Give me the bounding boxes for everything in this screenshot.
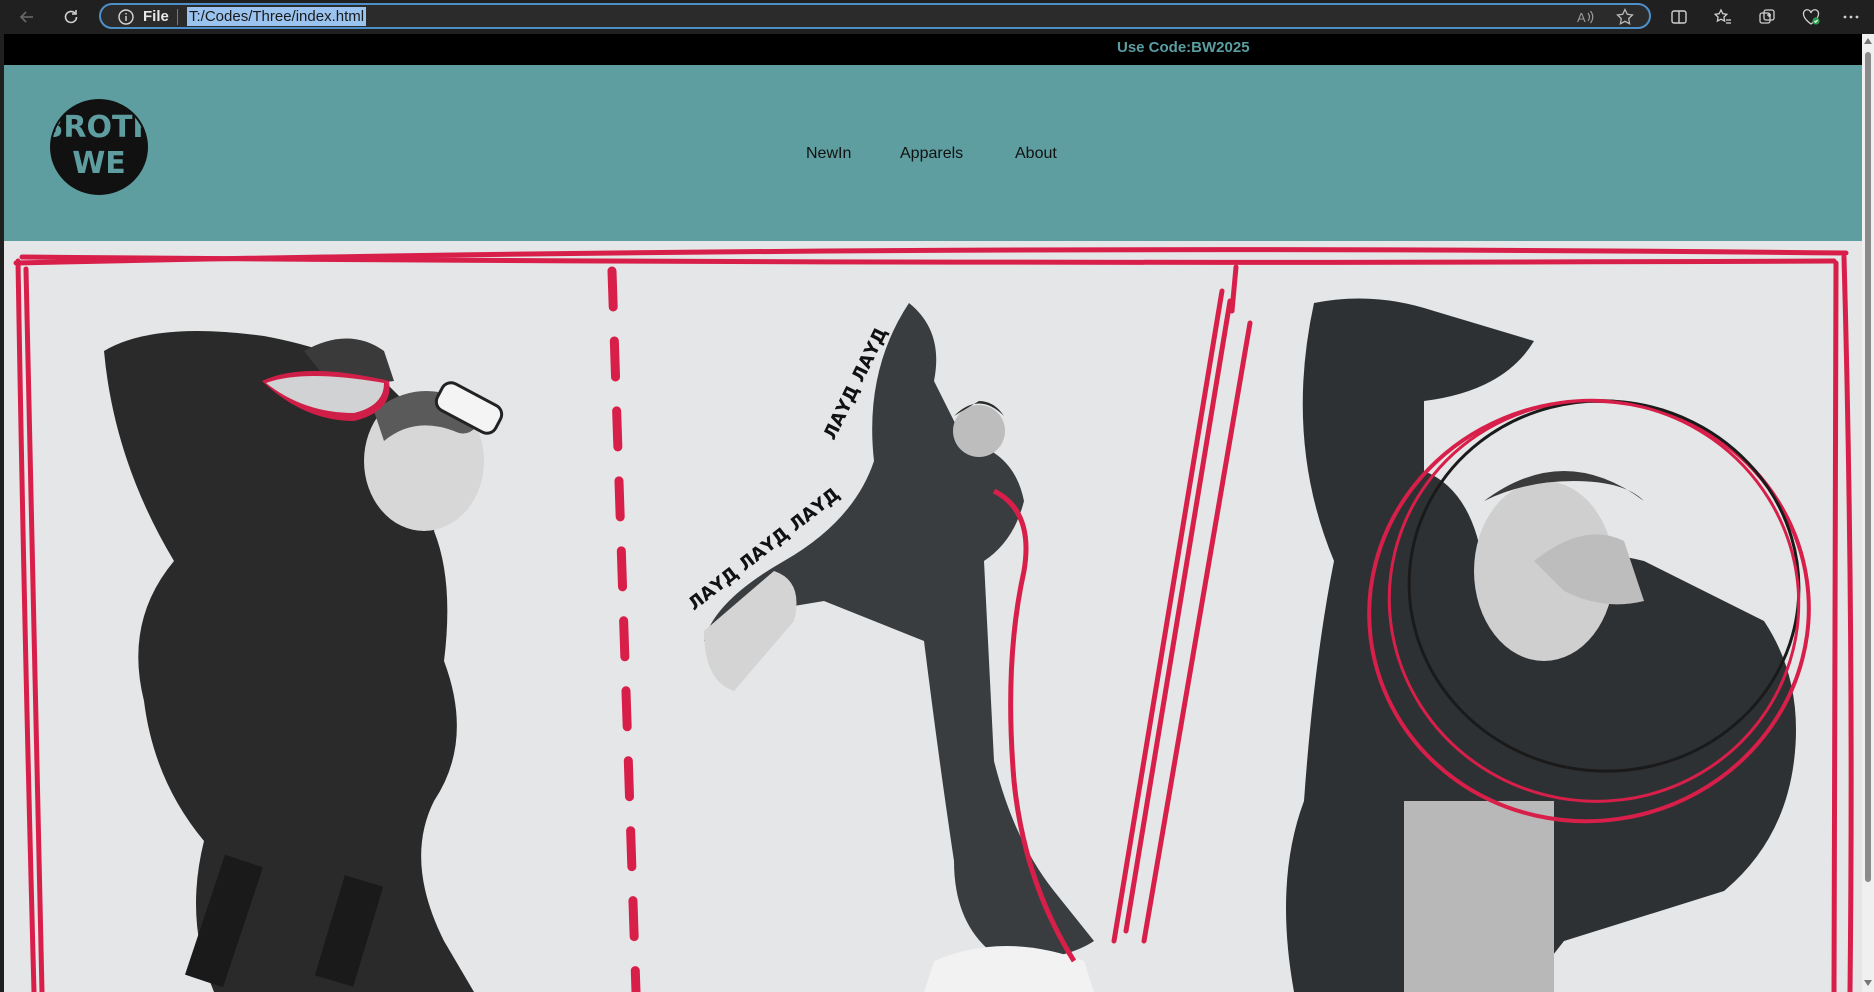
url-text[interactable]: T:/Codes/Three/index.html xyxy=(187,7,367,26)
read-aloud-icon[interactable]: A xyxy=(1575,7,1595,27)
browser-essentials-button[interactable] xyxy=(1798,5,1824,29)
favorites-list-icon xyxy=(1713,8,1731,24)
nav-link-apparels[interactable]: Apparels xyxy=(900,144,963,164)
address-bar[interactable]: File T:/Codes/Three/index.html A xyxy=(99,3,1651,29)
reload-button[interactable] xyxy=(58,5,84,29)
svg-text:A: A xyxy=(1577,10,1586,25)
site-header: BROTH WE NewIn Apparels About xyxy=(4,65,1862,241)
brand-logo[interactable]: BROTH WE xyxy=(48,97,150,197)
scroll-down-arrow-icon[interactable] xyxy=(1864,980,1872,986)
promo-banner: Use Code:BW2025 xyxy=(4,34,1862,65)
info-icon[interactable] xyxy=(117,8,135,26)
address-scheme-label: File xyxy=(143,8,169,25)
collections-button[interactable] xyxy=(1754,5,1780,29)
reload-icon xyxy=(64,10,78,24)
favorites-button[interactable] xyxy=(1710,5,1736,29)
promo-code-text: Use Code:BW2025 xyxy=(1117,39,1250,56)
svg-text:WE: WE xyxy=(72,146,126,181)
browser-toolbar: File T:/Codes/Three/index.html A xyxy=(0,0,1874,34)
heart-pulse-icon xyxy=(1802,9,1820,25)
collections-icon xyxy=(1759,9,1775,24)
back-arrow-icon xyxy=(19,11,33,23)
nav-link-newin[interactable]: NewIn xyxy=(806,144,851,164)
split-screen-icon xyxy=(1671,10,1687,24)
web-page: Use Code:BW2025 BROTH WE NewIn Apparels … xyxy=(4,34,1862,992)
address-divider xyxy=(177,9,178,25)
hero-banner: ЛАYД ЛАYД ЛАYД ЛАYД ЛАYД xyxy=(4,241,1862,992)
more-menu-button[interactable] xyxy=(1838,5,1864,29)
back-button[interactable] xyxy=(14,5,40,29)
more-dots-icon xyxy=(1843,15,1859,19)
scrollbar-thumb[interactable] xyxy=(1865,52,1871,882)
nav-link-about[interactable]: About xyxy=(1015,144,1057,164)
page-scrollbar[interactable] xyxy=(1862,34,1874,992)
favorite-star-icon[interactable] xyxy=(1615,7,1635,27)
hero-collage-image: ЛАYД ЛАYД ЛАYД ЛАYД ЛАYД xyxy=(4,241,1862,992)
scroll-up-arrow-icon[interactable] xyxy=(1864,38,1872,44)
split-screen-button[interactable] xyxy=(1666,5,1692,29)
